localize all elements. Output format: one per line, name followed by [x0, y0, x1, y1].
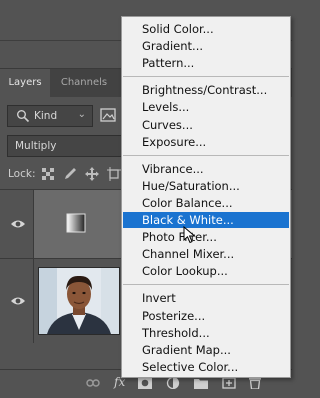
mouse-pointer-icon [183, 226, 196, 244]
menu-item-channel-mixer[interactable]: Channel Mixer... [123, 246, 289, 262]
lock-artboard-icon[interactable] [107, 167, 121, 181]
menu-item-gradient[interactable]: Gradient... [123, 38, 289, 54]
eye-icon[interactable] [10, 295, 26, 307]
link-layers-icon[interactable] [86, 377, 100, 389]
menu-separator [123, 154, 289, 156]
visibility-column [0, 190, 34, 258]
menu-item-exposure[interactable]: Exposure... [123, 134, 289, 150]
menu-item-curves[interactable]: Curves... [123, 117, 289, 133]
menu-item-pattern[interactable]: Pattern... [123, 55, 289, 71]
adjustment-layer-menu: Solid Color... Gradient... Pattern... Brigh… [121, 16, 291, 378]
lock-label: Lock: [8, 168, 36, 180]
menu-item-black-white[interactable]: Black & White... [123, 212, 289, 228]
add-mask-icon[interactable] [138, 377, 152, 389]
lock-transparent-pixels-icon[interactable] [41, 167, 55, 181]
visibility-column [0, 259, 34, 343]
menu-item-photo-filter[interactable]: Photo Filter... [123, 229, 289, 245]
blend-mode-select[interactable]: Multiply [7, 135, 137, 157]
adjustment-layer-icon[interactable] [166, 377, 180, 389]
menu-item-posterize[interactable]: Posterize... [123, 308, 289, 324]
eye-icon[interactable] [10, 218, 26, 230]
kind-filter-label: Kind [34, 110, 58, 122]
menu-separator [123, 284, 289, 286]
lock-row: Lock: [8, 167, 128, 183]
delete-icon[interactable] [248, 377, 262, 389]
menu-item-invert[interactable]: Invert [123, 290, 289, 306]
group-icon[interactable] [194, 377, 208, 389]
chevron-down-icon: ⌄ [77, 109, 86, 120]
menu-item-color-balance[interactable]: Color Balance... [123, 195, 289, 211]
image-filter-icon[interactable] [100, 108, 116, 122]
menu-item-levels[interactable]: Levels... [123, 99, 289, 115]
new-layer-icon[interactable] [222, 377, 236, 389]
menu-item-selective-color[interactable]: Selective Color... [123, 359, 289, 375]
blend-mode-value: Multiply [15, 140, 57, 152]
kind-filter-select[interactable]: Kind ⌄ [7, 105, 93, 127]
tab-layers[interactable]: Layers [0, 69, 50, 97]
black-white-adjustment-icon [66, 213, 86, 233]
menu-item-solid-color[interactable]: Solid Color... [123, 21, 289, 37]
lock-position-icon[interactable] [85, 167, 99, 181]
menu-item-hue-saturation[interactable]: Hue/Saturation... [123, 178, 289, 194]
menu-item-brightness-contrast[interactable]: Brightness/Contrast... [123, 82, 289, 98]
menu-separator [123, 76, 289, 78]
menu-item-vibrance[interactable]: Vibrance... [123, 161, 289, 177]
lock-image-pixels-icon[interactable] [63, 167, 77, 181]
search-icon [17, 110, 30, 123]
menu-item-gradient-map[interactable]: Gradient Map... [123, 342, 289, 358]
menu-item-threshold[interactable]: Threshold... [123, 325, 289, 341]
portrait-thumbnail [38, 267, 120, 335]
tab-channels[interactable]: Channels [54, 69, 114, 97]
menu-item-color-lookup[interactable]: Color Lookup... [123, 263, 289, 279]
